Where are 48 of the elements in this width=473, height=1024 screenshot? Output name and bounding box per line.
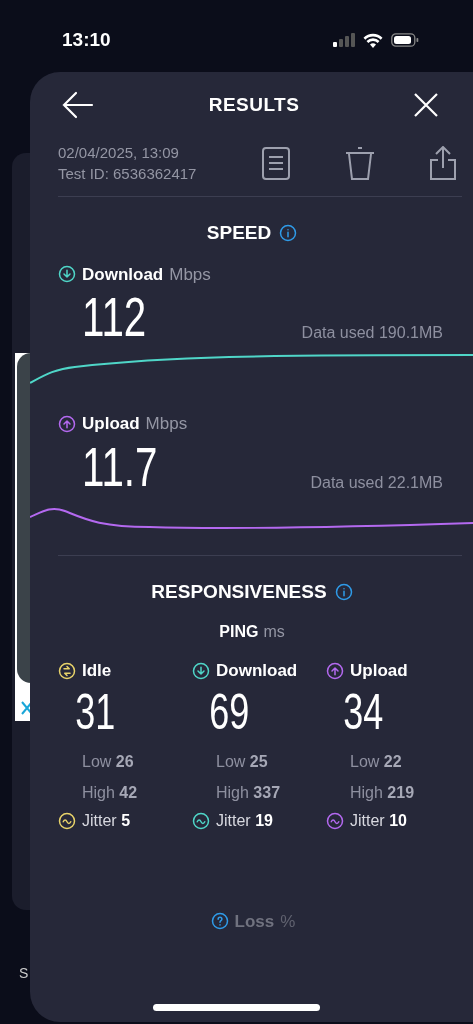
test-date: 02/04/2025, 13:09 [58,143,180,163]
loss-unit: % [280,910,296,933]
info-icon[interactable] [279,224,298,243]
info-icon[interactable] [334,582,353,601]
ping-value: 31 [74,683,117,740]
wave-icon [326,811,344,830]
card-label: S [19,965,29,981]
section-title: RESPONSIVENESS [151,579,327,604]
signal-icon [333,33,355,48]
ping-low: Low 26 [81,751,135,772]
loss-label: Loss [234,910,275,933]
wifi-icon [363,32,383,48]
data-used: Data used 22.1MB [310,472,443,493]
ping-low: Low 25 [215,751,269,772]
metric-label: Download [82,263,164,286]
ping-column-label: Upload [350,660,408,682]
test-id: Test ID: 6536362417 [58,164,198,184]
ping-low: Low 22 [349,751,403,772]
metric-unit: Mbps [145,413,188,435]
header-title: RESULTS [208,92,300,117]
jitter-value: Jitter 10 [350,810,407,831]
close-icon[interactable] [21,701,33,715]
ping-high: High 337 [215,782,282,803]
trash-icon[interactable] [345,146,375,180]
status-time: 13:10 [62,28,111,52]
ping-column-label: Idle [82,660,112,682]
document-icon[interactable] [262,146,290,180]
ping-high: High 42 [81,782,139,803]
jitter-value: Jitter 19 [216,810,273,831]
wave-icon [192,811,210,830]
back-icon[interactable] [62,90,94,120]
ping-high: High 219 [349,782,416,803]
wave-icon [58,811,76,830]
metric-value: 112 [82,287,147,347]
help-icon[interactable] [210,912,229,931]
metric-label: Upload [82,413,140,435]
metric-value: 11.7 [82,436,158,497]
data-used: Data used 190.1MB [301,323,443,343]
metric-unit: Mbps [169,263,211,286]
ping-value: 69 [208,683,251,740]
ping-value: 34 [342,683,385,740]
share-icon[interactable] [430,146,456,180]
battery-icon [391,33,419,48]
ping-unit: ms [263,622,285,642]
jitter-value: Jitter 5 [82,810,131,831]
section-title: SPEED [206,221,272,245]
ping-label: PING [219,622,259,642]
ping-column-label: Download [216,660,298,682]
